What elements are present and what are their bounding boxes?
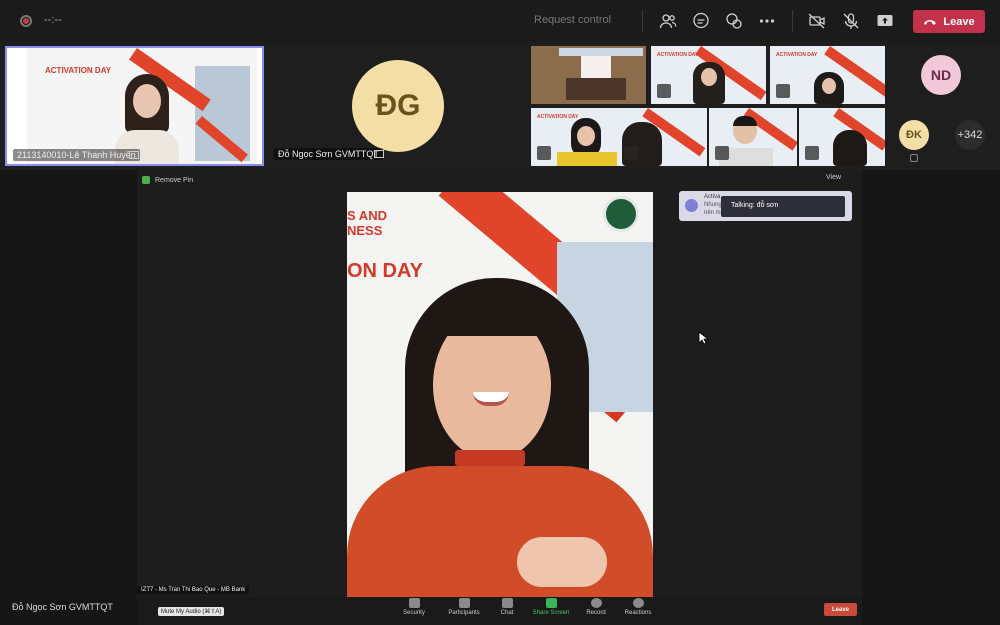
leave-button[interactable]: Leave — [913, 10, 985, 33]
meeting-timer: --:-- — [44, 14, 62, 26]
university-logo — [603, 196, 639, 232]
participants-label: Participants — [448, 610, 480, 616]
leave-label: Leave — [943, 15, 975, 28]
meeting-toolbar: --:-- Request control Leave — [0, 0, 1000, 42]
phone-hangup-icon — [924, 19, 937, 25]
participant-tile[interactable] — [531, 46, 646, 104]
share-screen-label: Share Screen — [532, 610, 570, 616]
self-slide-title: ACTIVATION DAY — [45, 66, 112, 75]
share-screen-button[interactable]: Share Screen — [530, 598, 572, 616]
talking-indicator: Talking: đỗ sơn — [721, 196, 845, 217]
reactions-label: Reactions — [624, 610, 652, 616]
share-screen-icon[interactable] — [876, 12, 894, 30]
teams-meeting-window: --:-- Request control Leave ACTIVATION D… — [0, 0, 1000, 625]
avatar-nd[interactable]: ND — [921, 55, 961, 95]
participant-tile[interactable] — [618, 108, 707, 166]
screen-share-icon — [374, 150, 384, 158]
avatar-dk[interactable]: ĐK — [899, 120, 929, 150]
chat-button[interactable]: Chat — [487, 598, 527, 616]
presenter-blouse — [347, 466, 653, 597]
mic-muted-icon — [715, 146, 729, 160]
toolbar-divider — [792, 10, 793, 32]
chat-icon[interactable] — [692, 12, 710, 30]
presenter-bangs — [427, 292, 559, 336]
mic-muted-icon — [805, 146, 819, 160]
stage-gutter-right — [862, 170, 1000, 625]
notification-title: Activa — [704, 194, 721, 200]
participants-button[interactable]: Participants — [444, 598, 484, 616]
request-control-button[interactable]: Request control — [534, 14, 611, 26]
mic-muted-icon — [657, 84, 671, 98]
slide-line-1: S AND — [347, 208, 387, 223]
participant-tile[interactable]: ACTIVATION DAY — [651, 46, 766, 104]
mic-muted-icon — [624, 146, 638, 160]
record-icon — [590, 598, 602, 608]
self-name-tag: 2113140010-Lê Thanh Huyền — [13, 149, 140, 161]
toolbar-divider — [642, 10, 643, 32]
self-video-tile[interactable]: ACTIVATION DAY 2113140010-Lê Thanh Huyền — [5, 46, 264, 166]
chat-bubble-icon — [685, 199, 698, 212]
mic-off-icon[interactable] — [842, 12, 860, 30]
tile-slide-title: ACTIVATION DAY — [537, 114, 579, 120]
remove-pin-button[interactable]: Remove Pin — [142, 174, 193, 186]
tile-slide-title: ACTIVATION DAY — [776, 52, 818, 58]
participants-icon — [458, 598, 470, 608]
presenter-hand — [517, 537, 607, 587]
chat-icon — [501, 598, 513, 608]
participant-tile[interactable] — [709, 108, 797, 166]
slide-activation-day: ON DAY — [347, 260, 423, 282]
avatar-dg: ĐG — [352, 60, 444, 152]
shield-icon — [142, 176, 150, 184]
reactions-icon[interactable] — [725, 12, 743, 30]
presenter-name: Đỗ Ngọc Sơn GVMTTQT — [12, 602, 113, 612]
view-label: View — [826, 174, 842, 181]
security-label: Security — [403, 610, 425, 616]
reactions-icon — [632, 598, 644, 608]
mouse-cursor-icon — [698, 331, 708, 345]
notification-body: Nhung — [704, 202, 722, 208]
presenter-collar — [455, 450, 525, 466]
slide-line-2: NESS — [347, 223, 383, 238]
pinned-speaker-video: S AND NESS ON DAY — [347, 192, 653, 597]
chat-label: Chat — [500, 610, 514, 616]
notification-footer: nên m — [704, 210, 721, 216]
view-button[interactable]: View — [826, 174, 841, 181]
record-label: Record — [586, 610, 606, 616]
remove-pin-label: Remove Pin — [155, 176, 194, 184]
tile-slide-title: ACTIVATION DAY — [657, 52, 699, 58]
record-button[interactable]: Record — [576, 598, 616, 616]
security-button[interactable]: Security — [394, 598, 434, 616]
participant-tile[interactable] — [799, 108, 885, 166]
recording-indicator-icon — [20, 15, 32, 27]
screen-share-icon — [129, 151, 139, 159]
active-speaker-tag: IZT7 - Ms Tran Thi Bao Que - MB Bank — [137, 586, 250, 594]
reactions-button[interactable]: Reactions — [618, 598, 658, 616]
mute-tooltip: Mute My Audio (⌘⇧A) — [158, 607, 225, 616]
share-screen-icon — [545, 598, 557, 608]
zoom-leave-button[interactable]: Leave — [824, 603, 857, 616]
participant-tile[interactable]: ACTIVATION DAY — [770, 46, 885, 104]
participant-name-dg: Đỗ Ngọc Sơn GVMTTQT — [274, 148, 383, 160]
stage-gutter-left — [0, 170, 137, 625]
more-participants-button[interactable]: +342 — [955, 120, 985, 150]
camera-off-icon[interactable] — [808, 12, 826, 30]
participants-icon[interactable] — [659, 12, 677, 30]
mic-muted-icon — [776, 84, 790, 98]
shield-icon — [408, 598, 420, 608]
more-options-icon[interactable] — [758, 12, 776, 30]
mic-muted-icon — [910, 154, 918, 162]
mic-muted-icon — [537, 146, 551, 160]
